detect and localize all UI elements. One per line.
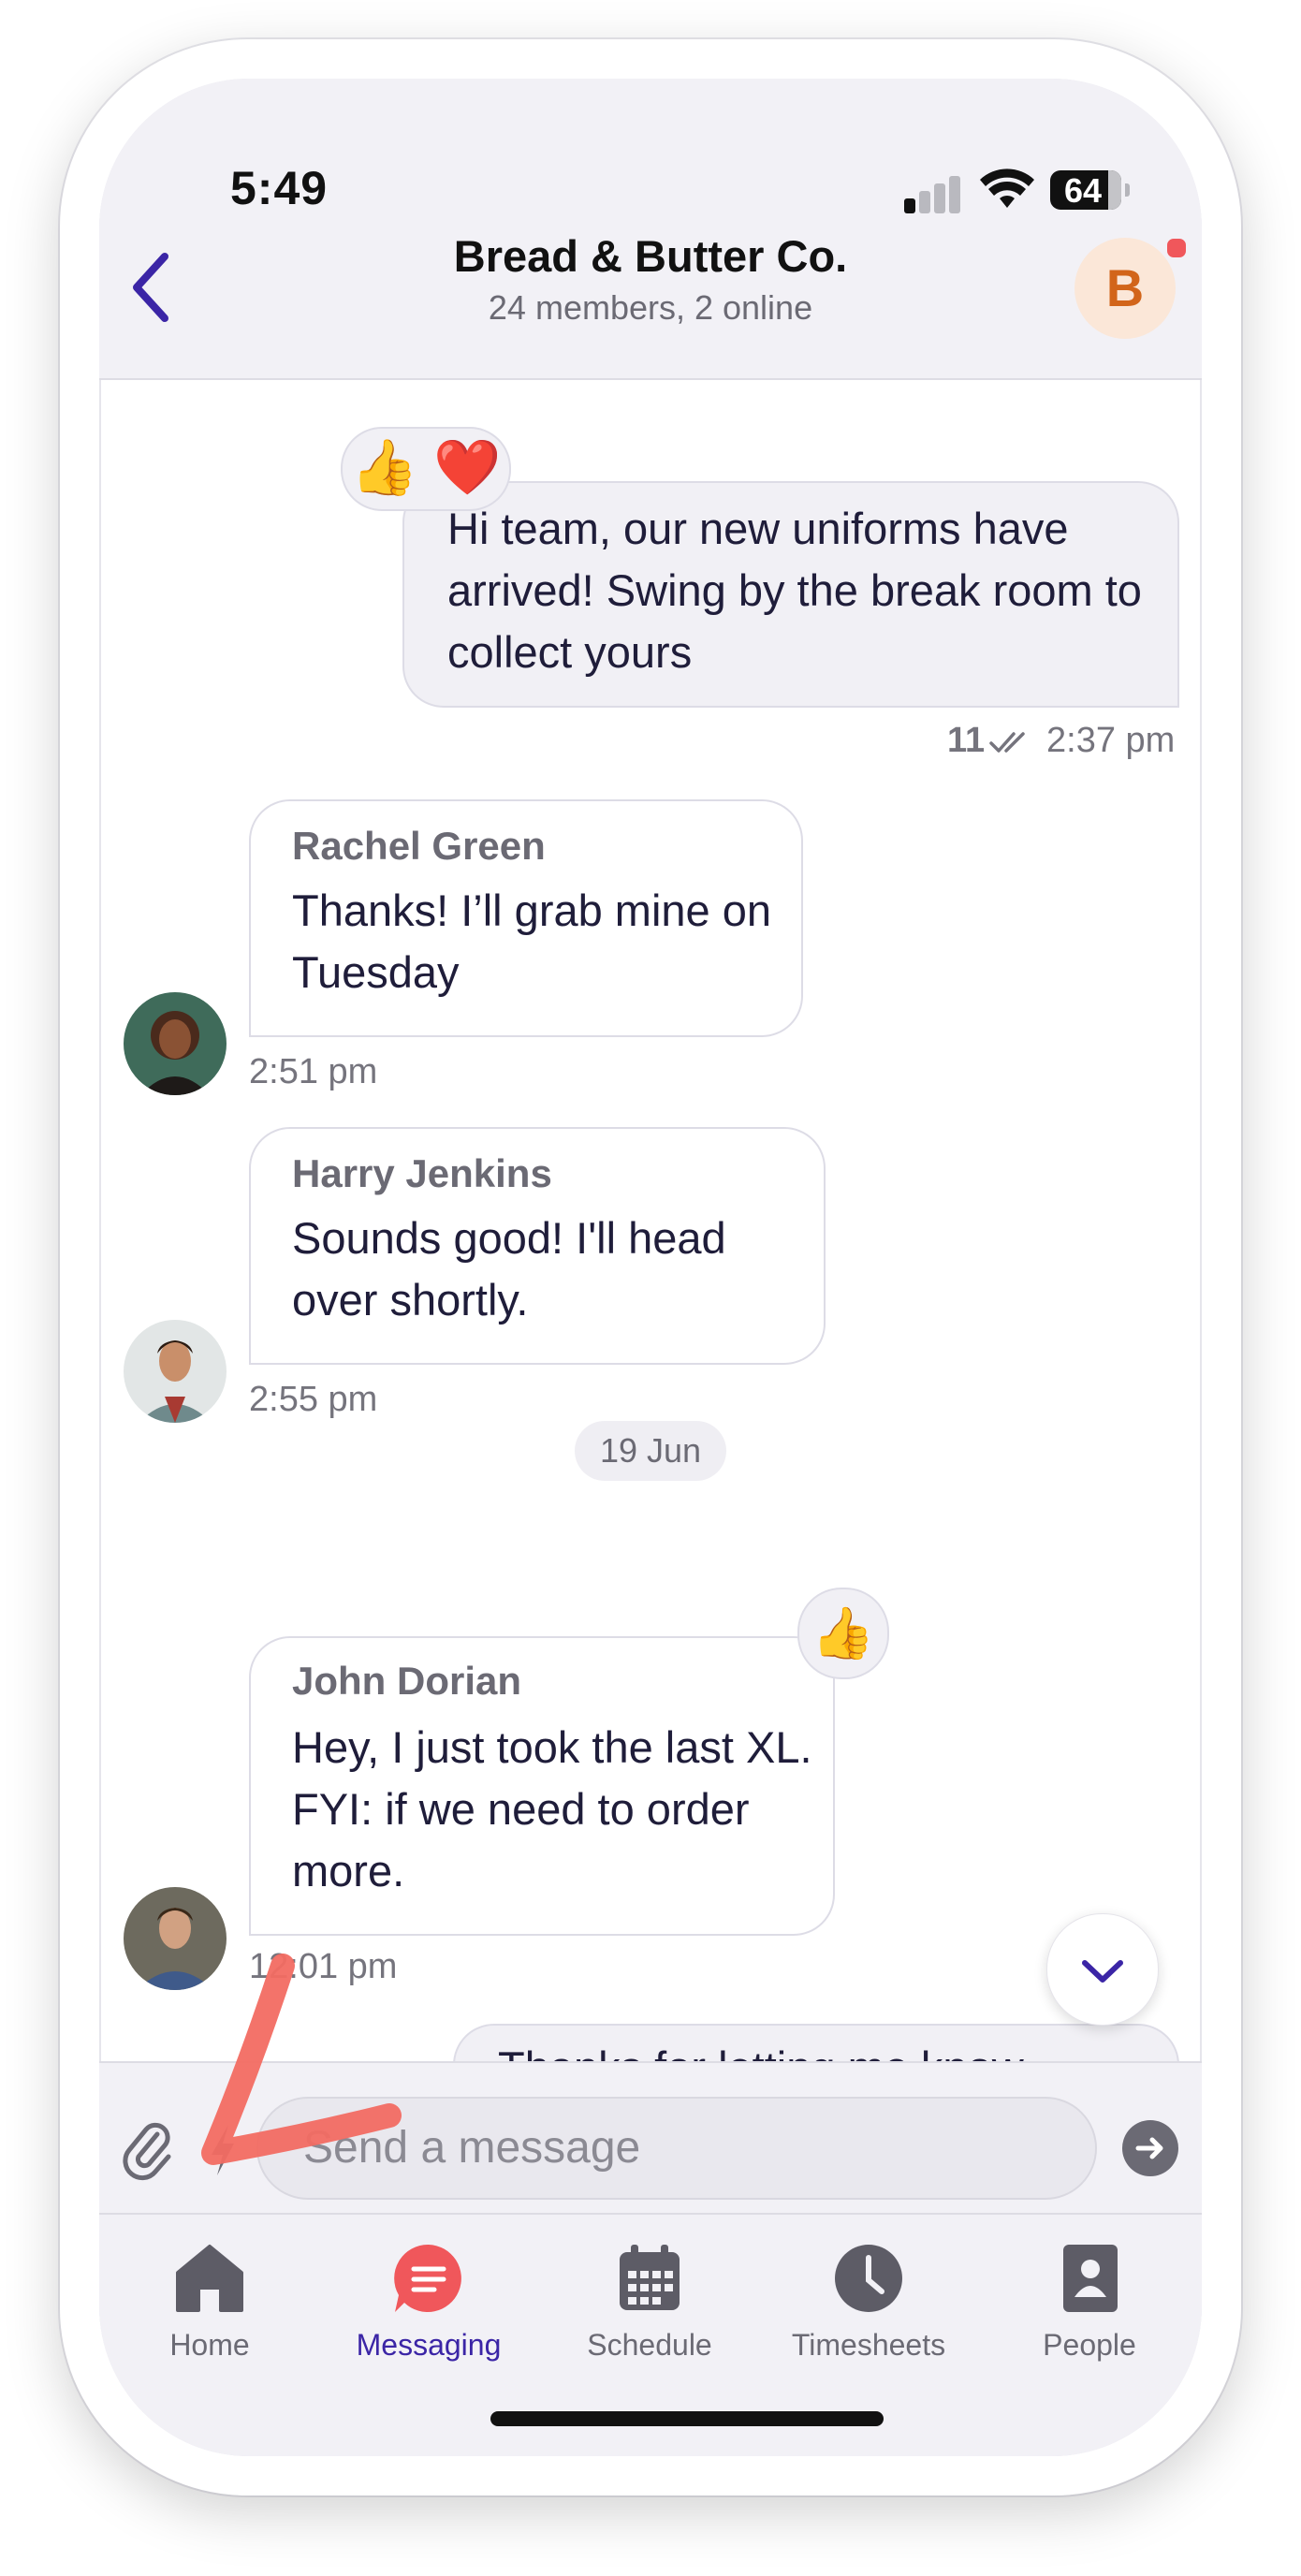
status-time: 5:49 — [230, 162, 329, 214]
battery-icon: 64 — [1050, 170, 1130, 210]
tab-label: Messaging — [356, 2328, 502, 2362]
wifi-icon — [980, 168, 1034, 208]
message-text: Hi team, our new uniforms have arrived! … — [447, 504, 1142, 677]
tab-schedule[interactable]: Schedule — [556, 2241, 743, 2363]
signal-icon — [904, 176, 962, 213]
tab-people[interactable]: People — [996, 2241, 1183, 2363]
message-time: 2:51 pm — [249, 1052, 378, 1091]
date-divider: 19 Jun — [575, 1421, 726, 1481]
phone-screen: 5:49 64 Bread & Butter Co. 24 members, 2… — [99, 79, 1202, 2456]
sender-name: John Dorian — [292, 1659, 522, 1703]
chevron-down-icon — [1082, 1960, 1123, 1983]
sender-name: Rachel Green — [292, 824, 546, 868]
tab-home[interactable]: Home — [116, 2241, 303, 2363]
message-reactions[interactable]: 👍 — [797, 1588, 889, 1679]
read-check-icon — [989, 732, 1025, 753]
chat-header — [99, 79, 1202, 380]
phone-frame: 5:49 64 Bread & Butter Co. 24 members, 2… — [60, 39, 1241, 2496]
home-icon — [176, 2245, 243, 2312]
battery-level: 64 — [1063, 171, 1103, 210]
tab-messaging[interactable]: Messaging — [335, 2241, 522, 2363]
send-arrow-icon[interactable] — [1121, 2119, 1179, 2177]
chat-icon — [394, 2244, 461, 2312]
tab-label: People — [1043, 2328, 1136, 2362]
chat-subtitle: 24 members, 2 online — [488, 288, 813, 327]
message-time: 2:55 pm — [249, 1380, 378, 1419]
clock-icon — [835, 2245, 902, 2312]
message-text: Thanks! I’ll grab mine on Tuesday — [292, 886, 772, 997]
calendar-icon — [620, 2245, 680, 2310]
group-avatar[interactable]: B — [1074, 238, 1176, 339]
home-indicator — [490, 2411, 884, 2426]
message-text: Sounds good! I'll head over shortly. — [292, 1213, 726, 1325]
read-count: 11 — [947, 721, 986, 760]
message-reactions[interactable]: 👍 ❤️ — [341, 427, 511, 511]
avatar-harry-jenkins[interactable] — [124, 1320, 227, 1423]
chat-title: Bread & Butter Co. — [453, 231, 848, 281]
notification-dot — [1164, 236, 1189, 260]
tab-label: Home — [169, 2328, 250, 2362]
annotation-mark — [201, 1954, 402, 2165]
message-time: 2:37 pm — [1046, 721, 1176, 760]
tab-label: Schedule — [587, 2328, 712, 2362]
avatar-rachel-green[interactable] — [124, 992, 227, 1095]
scroll-to-bottom-button[interactable] — [1046, 1913, 1159, 2026]
tab-timesheets[interactable]: Timesheets — [775, 2241, 962, 2363]
contacts-icon — [1063, 2245, 1118, 2312]
message-text: Hey, I just took the last XL. FYI: if we… — [292, 1722, 812, 1895]
paperclip-icon[interactable] — [120, 2117, 176, 2183]
tab-label: Timesheets — [791, 2328, 946, 2362]
sender-name: Harry Jenkins — [292, 1151, 552, 1195]
